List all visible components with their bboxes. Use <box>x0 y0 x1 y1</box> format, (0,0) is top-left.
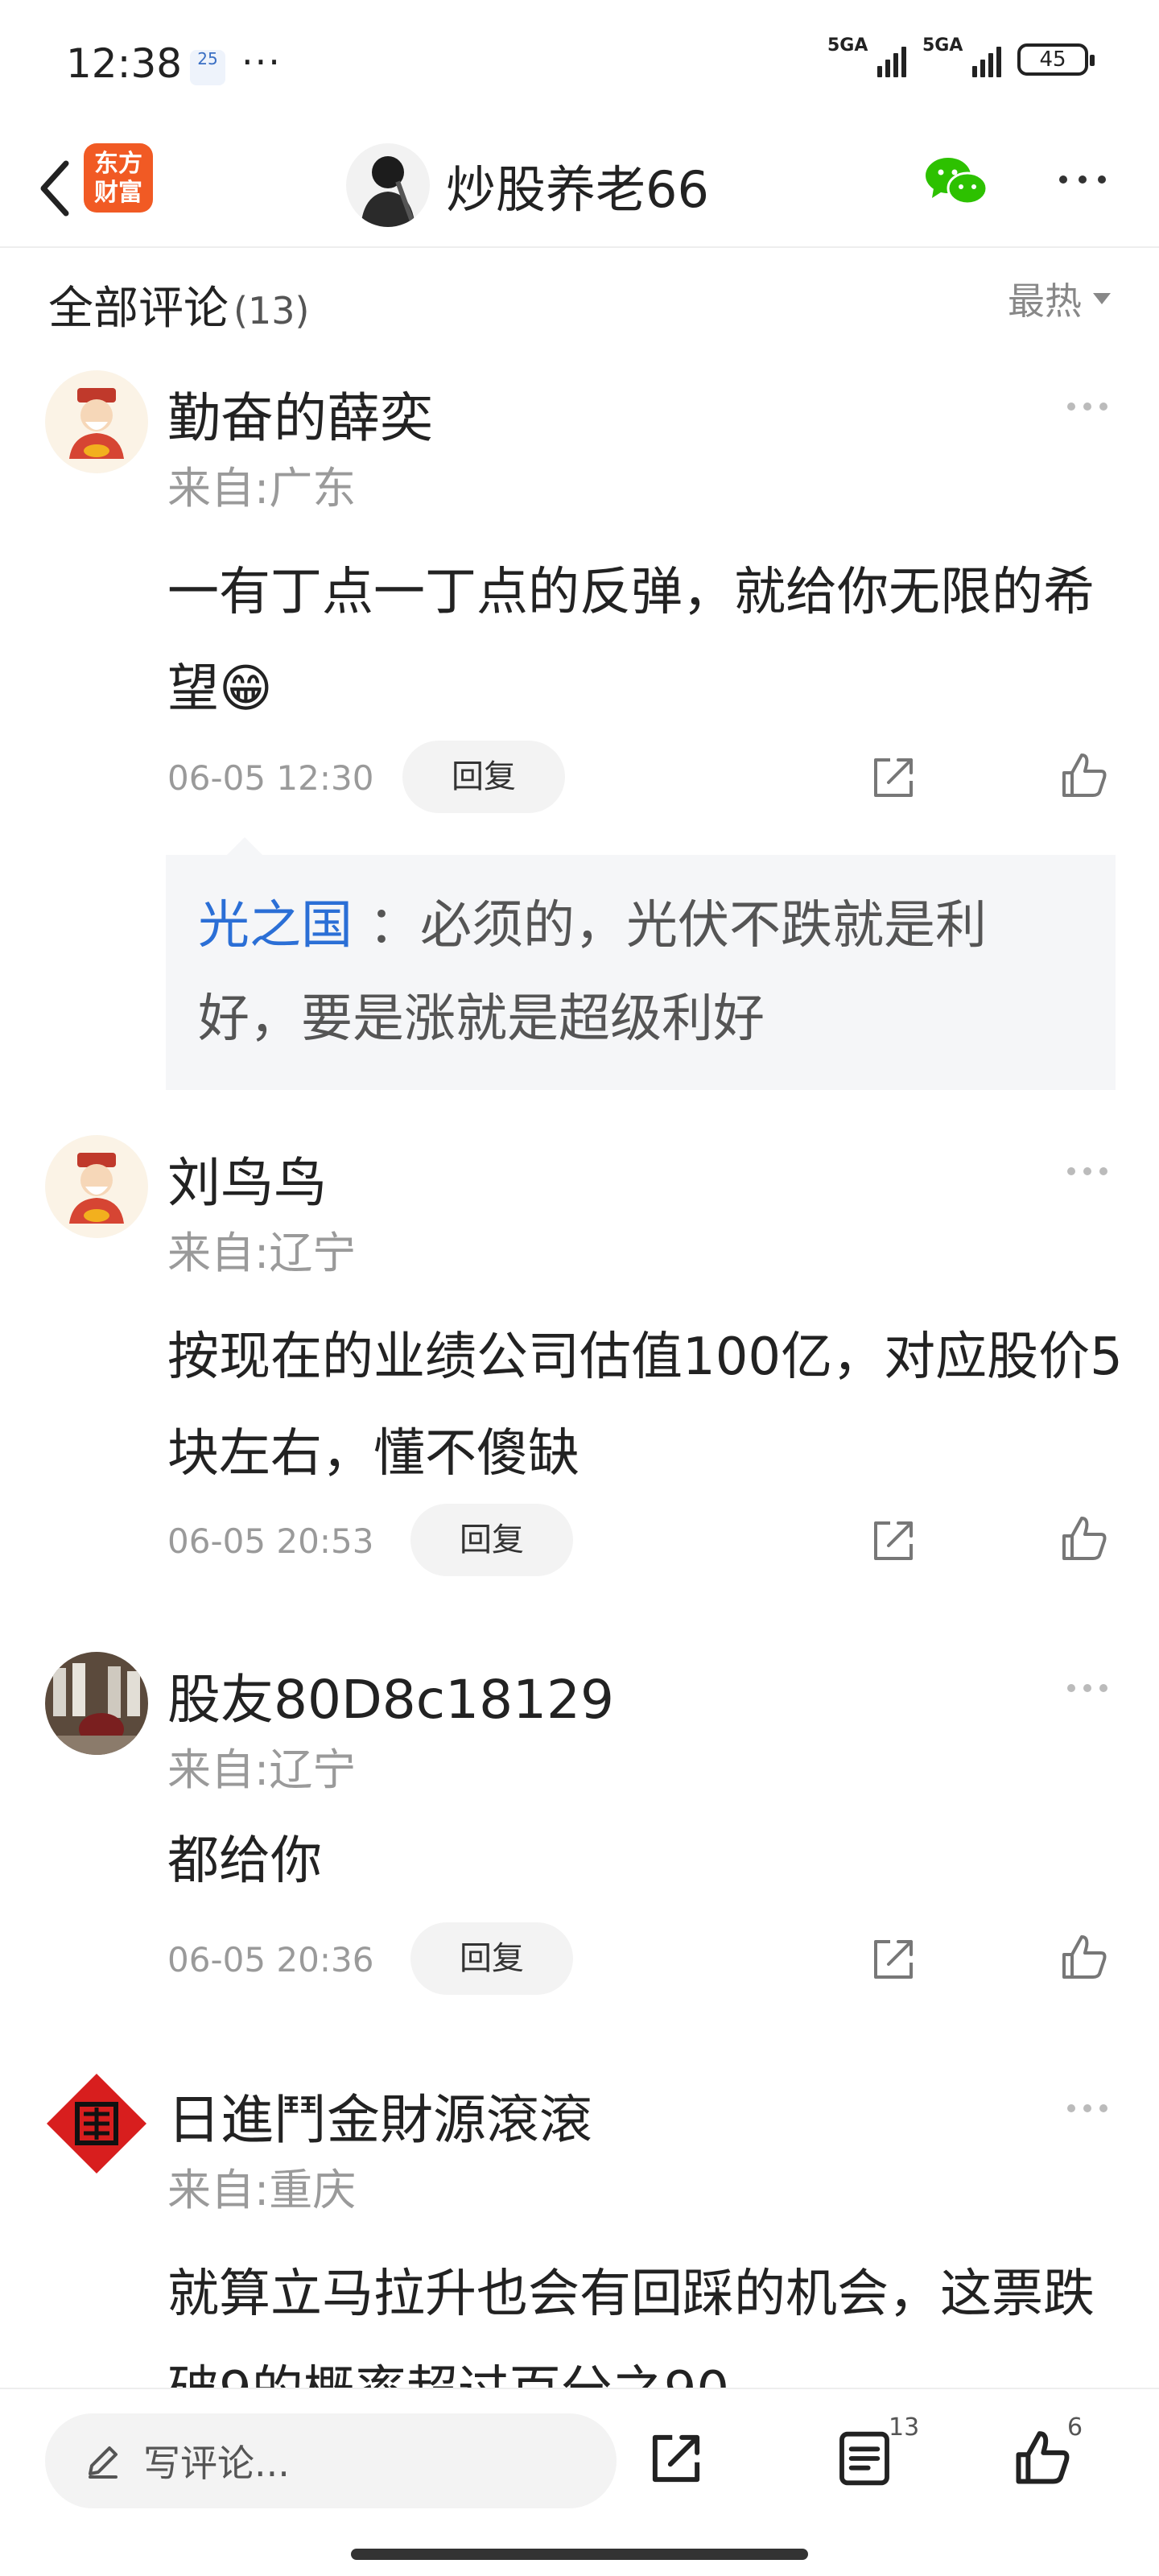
comment-more-button[interactable] <box>1067 1167 1107 1175</box>
user-name[interactable]: 股友80D8c18129 <box>167 1657 614 1734</box>
status-bar: 12:38 25 ··· 5GA 5GA 45 <box>0 0 1159 129</box>
comment-meta: 06-05 12:30 回复 <box>167 741 1125 813</box>
user-location: 来自:辽宁 <box>167 1228 357 1278</box>
share-button[interactable] <box>636 2418 716 2499</box>
comment-item: 勤奋的薛奕 来自:广东 一有丁点一丁点的反弹，就给你无限的希望😁 06-05 1… <box>0 370 1159 1090</box>
comment-meta: 06-05 20:36 回复 <box>167 1922 1125 1995</box>
network-label-1: 5GA <box>827 35 868 56</box>
home-indicator[interactable] <box>351 2549 808 2560</box>
status-time: 12:38 <box>66 40 183 87</box>
comment-date: 06-05 20:36 <box>167 1940 374 1979</box>
comment-list-icon <box>839 2431 889 2486</box>
share-icon[interactable] <box>868 1934 919 1985</box>
comment-date: 06-05 12:30 <box>167 758 374 798</box>
sort-dropdown[interactable]: 最热 <box>1008 272 1111 325</box>
thumbs-up-icon[interactable] <box>1058 1932 1109 1984</box>
write-comment-input[interactable]: 写评论... <box>45 2413 617 2508</box>
share-icon[interactable] <box>868 1515 919 1567</box>
notification-badge-number: 25 <box>197 49 218 68</box>
comment-more-button[interactable] <box>1067 2104 1107 2112</box>
user-avatar[interactable] <box>45 1135 148 1238</box>
thumbs-up-icon[interactable] <box>1058 750 1109 802</box>
comments-title-label: 全部评论 <box>48 283 229 335</box>
comments-section-header: 全部评论 (13) 最热 <box>48 266 1111 338</box>
dot <box>1059 175 1067 184</box>
caret-down-icon <box>1093 293 1111 304</box>
dot <box>1079 175 1087 184</box>
comment-item: 日進鬥金財源滾滾 来自:重庆 就算立马拉升也会有回踩的机会，这票跌破9的概率超过… <box>0 2072 1159 2388</box>
author-avatar <box>346 143 430 227</box>
user-location: 来自:广东 <box>167 463 357 514</box>
chevron-left-icon <box>40 160 69 217</box>
signal-icon-1: 5GA <box>827 35 906 77</box>
comment-meta: 06-05 20:53 回复 <box>167 1504 1125 1576</box>
comments-count-badge: 13 <box>889 2413 920 2442</box>
likes-count-badge: 6 <box>1067 2413 1083 2442</box>
app-logo[interactable]: 东方 财富 <box>84 143 153 213</box>
wechat-icon <box>926 158 988 205</box>
dot <box>1098 175 1106 184</box>
comment-item: 股友80D8c18129 来自:辽宁 都给你 06-05 20:36 回复 <box>0 1652 1159 2006</box>
battery-level: 45 <box>1039 47 1066 72</box>
author-header[interactable]: 炒股养老66 <box>346 137 709 233</box>
like-button[interactable]: 6 <box>1001 2413 1083 2499</box>
more-options-button[interactable] <box>1046 159 1119 200</box>
notification-badge: 25 <box>190 50 225 85</box>
reply-button[interactable]: 回复 <box>402 741 565 813</box>
top-nav-bar: 东方 财富 炒股养老66 <box>0 129 1159 248</box>
thumbs-up-icon[interactable] <box>1058 1513 1109 1565</box>
back-button[interactable] <box>23 148 87 229</box>
user-location: 来自:重庆 <box>167 2165 357 2215</box>
author-title: 炒股养老66 <box>446 160 709 219</box>
comment-text: 就算立马拉升也会有回踩的机会，这票跌破9的概率超过百分之90 <box>167 2264 1095 2388</box>
app-logo-line1: 东方 <box>94 150 142 178</box>
user-avatar[interactable] <box>45 2072 148 2175</box>
comment-more-button[interactable] <box>1067 402 1107 411</box>
comments-title: 全部评论 (13) <box>48 272 309 337</box>
share-icon <box>652 2434 700 2483</box>
status-right-group: 5GA 5GA 45 <box>827 35 1095 77</box>
signal-icon-2: 5GA <box>922 35 1001 77</box>
comments-button[interactable]: 13 <box>824 2413 919 2499</box>
bottom-action-bar: 写评论... 13 6 <box>0 2388 1159 2576</box>
app-logo-line2: 财富 <box>94 179 142 207</box>
comment-item: 刘鸟鸟 来自:辽宁 按现在的业绩公司估值100亿，对应股价5块左右，懂不傻缺 0… <box>0 1135 1159 1586</box>
comment-text: 按现在的业绩公司估值100亿，对应股价5块左右，懂不傻缺 <box>167 1327 1123 1484</box>
sub-reply-author[interactable]: 光之国 <box>198 896 353 956</box>
sub-reply[interactable]: 光之国 ：必须的，光伏不跌就是利好，要是涨就是超级利好 <box>166 837 1116 1090</box>
sort-label: 最热 <box>1008 279 1082 323</box>
user-name[interactable]: 日進鬥金財源滾滾 <box>167 2077 592 2154</box>
comment-text: 都给你 <box>167 1831 322 1891</box>
comment-text: 一有丁点一丁点的反弹，就给你无限的希望😁 <box>167 563 1095 719</box>
wechat-share-button[interactable] <box>924 153 988 209</box>
reply-button[interactable]: 回复 <box>410 1922 573 1995</box>
user-location: 来自:辽宁 <box>167 1744 357 1795</box>
user-name[interactable]: 勤奋的薛奕 <box>167 375 433 452</box>
share-icon[interactable] <box>868 752 919 803</box>
network-label-2: 5GA <box>922 35 963 56</box>
comment-date: 06-05 20:53 <box>167 1521 374 1561</box>
comments-count: (13) <box>233 289 310 332</box>
reply-button[interactable]: 回复 <box>410 1504 573 1576</box>
comment-more-button[interactable] <box>1067 1684 1107 1692</box>
user-avatar[interactable] <box>45 370 148 473</box>
status-more-icon: ··· <box>241 40 282 84</box>
write-comment-placeholder: 写评论... <box>143 2442 290 2485</box>
user-avatar[interactable] <box>45 1652 148 1755</box>
thumbs-up-icon <box>1016 2431 1070 2484</box>
pencil-icon <box>89 2446 118 2479</box>
user-name[interactable]: 刘鸟鸟 <box>167 1140 327 1217</box>
battery-icon: 45 <box>1017 43 1095 76</box>
